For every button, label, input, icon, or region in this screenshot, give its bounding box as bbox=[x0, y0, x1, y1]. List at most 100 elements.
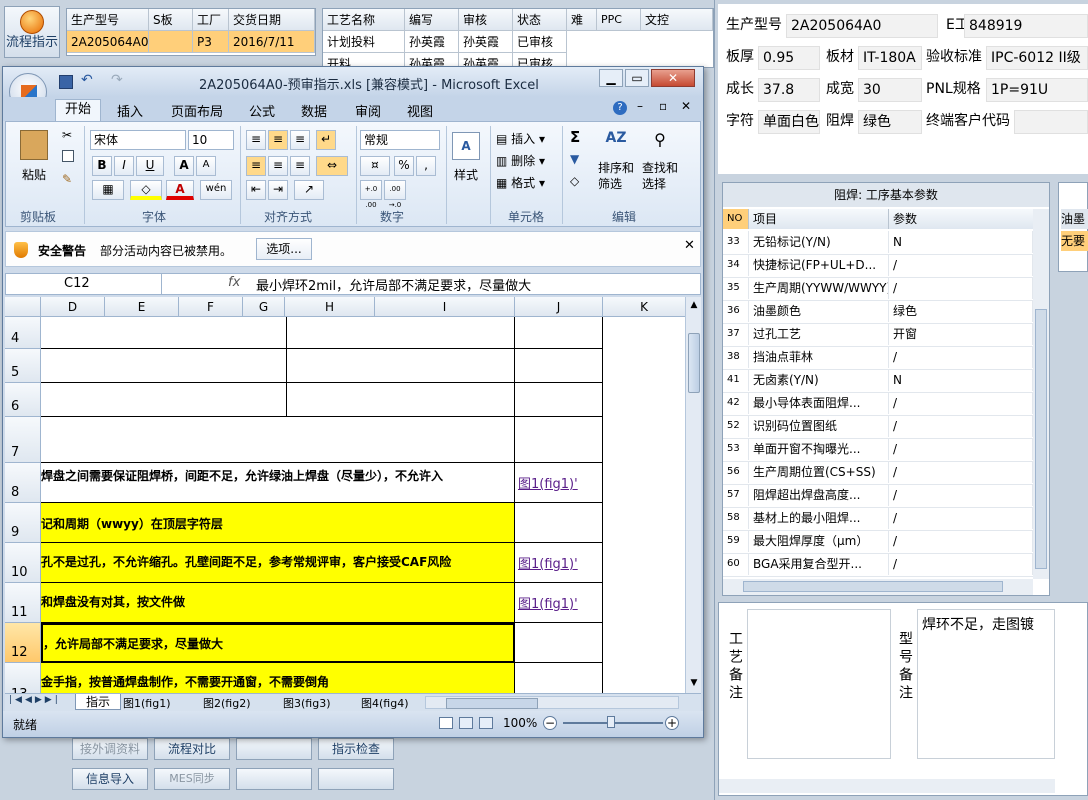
col-header-i[interactable]: I bbox=[375, 297, 515, 317]
grid2-header-reviewer[interactable]: 审核 bbox=[459, 9, 513, 31]
row-header[interactable]: 11 bbox=[5, 583, 41, 623]
params-row[interactable]: 36 油墨颜色 绿色 bbox=[723, 300, 1033, 324]
decrease-decimal-button[interactable]: .00 →.0 bbox=[384, 180, 406, 209]
styles-label[interactable]: 样式 bbox=[454, 166, 478, 183]
scroll-down-arrow[interactable]: ▼ bbox=[686, 675, 702, 691]
align-middle-button[interactable]: ≡ bbox=[268, 130, 288, 150]
params-row[interactable]: 41 无卤素(Y/N) N bbox=[723, 369, 1033, 393]
side-mini-header[interactable]: 油墨 bbox=[1061, 209, 1088, 229]
ribbon-close-icon[interactable]: ✕ bbox=[681, 99, 691, 113]
remarks-horizontal-scrollbar[interactable] bbox=[719, 779, 1055, 793]
params-row[interactable]: 33 无铅标记(Y/N) N bbox=[723, 231, 1033, 255]
sheet-vertical-scrollbar[interactable]: ▲ ▼ bbox=[685, 297, 701, 693]
sheet-tab-fig3[interactable]: 图3(fig3) bbox=[283, 695, 331, 711]
align-bottom-button[interactable]: ≡ bbox=[290, 130, 310, 150]
grid1-header-s[interactable]: S板 bbox=[149, 9, 193, 31]
row-header[interactable]: 12 bbox=[5, 623, 41, 663]
params-scroll-thumb[interactable] bbox=[1035, 309, 1047, 569]
tab-view[interactable]: 视图 bbox=[407, 101, 433, 120]
align-left-button[interactable]: ≡ bbox=[246, 156, 266, 176]
params-row[interactable]: 38 挡油点菲林 / bbox=[723, 346, 1033, 370]
pnl-value[interactable]: 1P=91U bbox=[986, 78, 1088, 102]
cut-icon[interactable]: ✂ bbox=[62, 128, 72, 142]
align-center-button[interactable]: ≡ bbox=[268, 156, 288, 176]
row-col-corner[interactable] bbox=[5, 297, 41, 317]
styles-icon[interactable]: A bbox=[452, 132, 480, 160]
col-header-k[interactable]: K bbox=[603, 297, 685, 317]
col-header-g[interactable]: G bbox=[243, 297, 285, 317]
help-icon[interactable]: ? bbox=[613, 101, 627, 115]
grid2-row1-name[interactable]: 计划投料 bbox=[323, 31, 405, 53]
figure-link[interactable]: 图1(fig1)' bbox=[515, 463, 603, 503]
sort-filter-label[interactable]: 排序和 筛选 bbox=[598, 160, 636, 192]
flow-compare-button[interactable]: 流程对比 bbox=[154, 738, 230, 760]
params-row[interactable]: 52 识别码位置图纸 / bbox=[723, 415, 1033, 439]
params-row[interactable]: 35 生产周期(YYWW/WWYY) / bbox=[723, 277, 1033, 301]
zoom-out-button[interactable]: − bbox=[543, 716, 557, 730]
sheet-tab-fig2[interactable]: 图2(fig2) bbox=[203, 695, 251, 711]
align-top-button[interactable]: ≡ bbox=[246, 130, 266, 150]
info-import-button[interactable]: 信息导入 bbox=[72, 768, 148, 790]
blank-button-2[interactable] bbox=[236, 768, 312, 790]
ribbon-restore-icon[interactable]: ▫ bbox=[659, 99, 667, 113]
sheet-tab-instruction[interactable]: 指示 bbox=[75, 694, 121, 710]
scroll-thumb[interactable] bbox=[688, 333, 700, 393]
soldermask-value[interactable]: 绿色 bbox=[858, 110, 922, 134]
params-row[interactable]: 37 过孔工艺 开窗 bbox=[723, 323, 1033, 347]
grid2-header-doc[interactable]: 文控 bbox=[641, 9, 713, 31]
grid2-header-status[interactable]: 状态 bbox=[513, 9, 567, 31]
redo-icon[interactable]: ↷ bbox=[111, 72, 123, 88]
width-value[interactable]: 30 bbox=[858, 78, 922, 102]
increase-indent-button[interactable]: ⇥ bbox=[268, 180, 288, 200]
currency-button[interactable]: ¤ bbox=[360, 156, 390, 176]
percent-button[interactable]: % bbox=[394, 156, 414, 176]
params-row[interactable]: 34 快捷标记(FP+UL+D... / bbox=[723, 254, 1033, 278]
flow-button[interactable]: 流程指示 bbox=[4, 6, 60, 58]
material-value[interactable]: IT-180A bbox=[858, 46, 922, 70]
security-options-button[interactable]: 选项... bbox=[256, 238, 312, 260]
grid1-cell-date[interactable]: 2016/7/11 bbox=[229, 31, 315, 53]
tab-formulas[interactable]: 公式 bbox=[249, 101, 275, 120]
grid1-cell-s[interactable] bbox=[149, 31, 193, 53]
tab-home[interactable]: 开始 bbox=[55, 99, 101, 121]
instruction-cell[interactable]: 金手指，按普通焊盘制作，不需要开通窗，不需要倒角 bbox=[41, 663, 515, 693]
figure-link[interactable]: 图1(fig1)' bbox=[515, 583, 603, 623]
cell-j[interactable] bbox=[515, 623, 603, 663]
instruction-check-button[interactable]: 指示检查 bbox=[318, 738, 394, 760]
number-format-select[interactable]: 常规 bbox=[360, 130, 440, 150]
thickness-value[interactable]: 0.95 bbox=[758, 46, 820, 70]
blank-button-1[interactable] bbox=[236, 738, 312, 760]
find-select-icon[interactable]: ⚲ bbox=[648, 130, 672, 154]
cell-j[interactable] bbox=[515, 317, 603, 349]
merged-cell[interactable] bbox=[287, 383, 515, 417]
row-header[interactable]: 5 bbox=[5, 349, 41, 383]
selected-instruction-cell[interactable]: ，允许局部不满足要求，尽量做大 bbox=[41, 623, 515, 663]
row-header[interactable]: 4 bbox=[5, 317, 41, 349]
params-horizontal-scrollbar[interactable] bbox=[723, 579, 1033, 595]
fx-icon[interactable]: fx bbox=[228, 275, 240, 290]
decrease-indent-button[interactable]: ⇤ bbox=[246, 180, 266, 200]
formula-input[interactable]: 最小焊环2mil，允许局部不满足要求，尽量做大 bbox=[256, 275, 531, 294]
params-row[interactable]: 59 最大阻焊厚度（μm） / bbox=[723, 530, 1033, 554]
cell-j[interactable] bbox=[515, 383, 603, 417]
col-header-e[interactable]: E bbox=[105, 297, 179, 317]
normal-view-icon[interactable] bbox=[439, 717, 453, 729]
cell-j[interactable] bbox=[515, 349, 603, 383]
grid2-header-difficulty[interactable]: 难 bbox=[567, 9, 597, 31]
customer-code-value[interactable] bbox=[1014, 110, 1088, 134]
figure-link[interactable]: 图1(fig1)' bbox=[515, 543, 603, 583]
sheet-tab-fig4[interactable]: 图4(fig4) bbox=[361, 695, 417, 711]
zoom-level[interactable]: 100% bbox=[503, 716, 537, 730]
page-break-view-icon[interactable] bbox=[479, 717, 493, 729]
col-header-h[interactable]: H bbox=[285, 297, 375, 317]
orientation-button[interactable]: ↗ bbox=[294, 180, 324, 200]
sort-filter-icon[interactable]: AZ bbox=[604, 130, 628, 154]
params-header-no[interactable]: NO bbox=[723, 209, 749, 229]
mes-sync-button[interactable]: MES同步 bbox=[154, 768, 230, 790]
shrink-font-button[interactable]: A bbox=[196, 156, 216, 176]
bold-button[interactable]: B bbox=[92, 156, 112, 176]
merge-center-button[interactable]: ⇔ bbox=[316, 156, 348, 176]
font-size-select[interactable]: 10 bbox=[188, 130, 234, 150]
params-header-item[interactable]: 项目 bbox=[749, 209, 889, 229]
model-remark-textarea[interactable]: 焊环不足，走图镀 bbox=[917, 609, 1055, 759]
